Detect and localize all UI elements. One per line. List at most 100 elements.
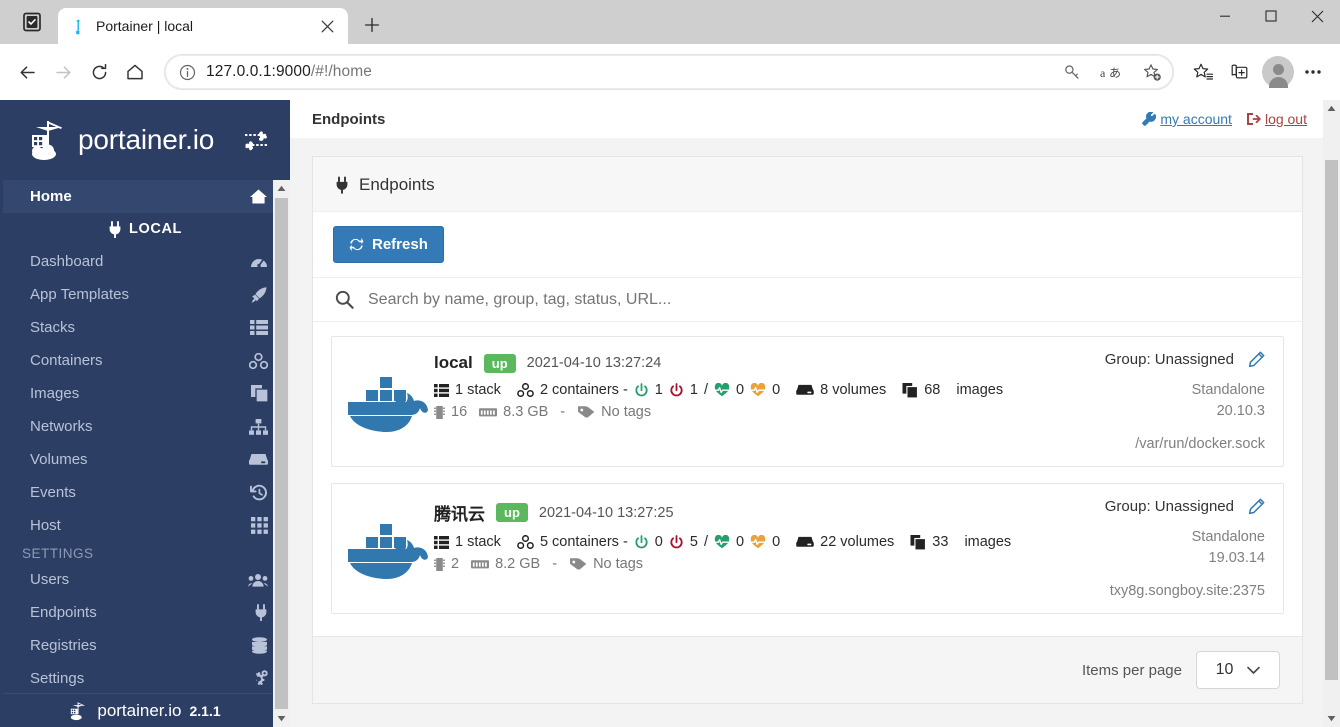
stat-volumes: 8 volumes [796,382,886,398]
my-account-link[interactable]: my account [1142,111,1232,127]
containers-icon [517,383,534,397]
sidebar-item-label: Networks [30,418,93,435]
edit-pencil-icon[interactable] [1248,351,1265,368]
sidebar-item-label: Host [30,517,61,534]
dashboard-tachometer-icon [248,254,268,269]
sidebar-item-events[interactable]: Events [0,476,290,509]
sidebar-footer: portainer.io 2.1.1 [0,693,290,727]
scroll-up-arrow-icon[interactable] [1323,100,1340,117]
address-bar[interactable]: 127.0.0.1:9000/#!/home aあ [164,54,1174,90]
endpoint-card[interactable]: local up 2021-04-10 13:27:24 1 stack 2 c… [331,336,1284,468]
endpoint-group-label: Group: Unassigned [1104,351,1234,368]
search-input[interactable] [368,290,1280,309]
search-row[interactable] [313,277,1302,322]
sidebar-item-app-templates[interactable]: App Templates [0,278,290,311]
stat-tags-label: No tags [601,404,652,420]
add-favorite-icon[interactable] [1137,57,1167,87]
endpoint-timestamp: 2021-04-10 13:27:25 [538,504,674,521]
close-icon[interactable] [314,13,340,39]
sidebar-item-registries[interactable]: Registries [0,629,290,662]
sidebar-scrollbar-thumb[interactable] [275,198,288,709]
sidebar-item-containers[interactable]: Containers [0,344,290,377]
endpoint-card[interactable]: 腾讯云 up 2021-04-10 13:27:25 1 stack 5 con… [331,483,1284,615]
stat-separator: / [703,382,708,398]
sidebar-item-stacks[interactable]: Stacks [0,311,290,344]
panel-footer: Items per page 10 [313,636,1302,704]
site-info-icon[interactable] [179,64,196,81]
password-key-icon[interactable] [1057,57,1087,87]
url-path: /#!/home [310,63,372,80]
stat-volumes: 22 volumes [796,534,894,550]
sidebar-item-images[interactable]: Images [0,377,290,410]
stat-cpu-count: 2 [451,556,460,573]
endpoint-url: txy8g.songboy.site:2375 [1109,583,1265,600]
stat-memory: 8.3 GB [479,404,548,420]
collections-icon[interactable] [14,4,50,40]
back-arrow-icon[interactable] [10,55,44,89]
containers-healthy-count: 0 [735,534,745,551]
volumes-hdd-icon [248,453,268,466]
collapse-sidebar-icon[interactable] [242,128,270,152]
profile-avatar-icon[interactable] [1262,56,1294,88]
sidebar-brand-text: portainer.io [78,124,215,155]
app-sidebar: portainer.io Home LOCAL Dashboard App Te… [0,100,290,727]
settings-gears-icon [248,670,268,687]
sidebar-footer-version: 2.1.1 [189,702,221,719]
page-body: Endpoints Refresh Search by name, group,… [290,138,1323,727]
new-tab-icon[interactable] [356,9,388,41]
sidebar-item-networks[interactable]: Networks [0,410,290,443]
home-icon [248,188,268,205]
page-left-edge [0,100,3,727]
home-icon[interactable] [118,55,152,89]
refresh-button[interactable]: Refresh [333,226,444,263]
stat-cpu-count: 16 [451,404,468,420]
scroll-down-arrow-icon[interactable] [1323,710,1340,727]
endpoint-meta: 16 8.3 GB - No tags [434,404,1019,420]
maximize-icon[interactable] [1248,0,1294,32]
favorites-icon[interactable] [1186,55,1220,89]
sidebar-item-label: Dashboard [30,253,104,270]
sidebar-item-home[interactable]: Home [0,180,290,213]
endpoint-side-info: Group: Unassigned Standalone 19.03.14 tx… [1019,498,1269,599]
scroll-down-arrow-icon[interactable] [273,710,290,727]
reload-icon[interactable] [82,55,116,89]
sidebar-scrollbar[interactable] [273,180,290,727]
sidebar-item-volumes[interactable]: Volumes [0,443,290,476]
stat-tags: No tags [569,556,643,572]
scroll-up-arrow-icon[interactable] [273,180,290,197]
endpoint-version: 20.10.3 [1216,403,1265,420]
more-options-icon[interactable] [1296,55,1330,89]
sidebar-item-dashboard[interactable]: Dashboard [0,245,290,278]
window-close-icon[interactable] [1294,0,1340,32]
log-out-link[interactable]: log out [1246,111,1307,127]
page-scrollbar[interactable] [1323,100,1340,727]
sidebar-item-label: Stacks [30,319,76,336]
docker-whale-icon [342,498,434,599]
sidebar-item-label: Volumes [30,451,88,468]
tab-title: Portainer | local [96,18,194,34]
edit-pencil-icon[interactable] [1248,498,1265,515]
tags-icon [577,405,595,419]
add-collection-icon[interactable] [1222,55,1256,89]
power-off-icon [669,534,684,550]
forward-arrow-icon [46,55,80,89]
sidebar-item-label: Events [30,484,76,501]
containers-healthy-count: 0 [735,382,745,398]
docker-whale-icon [342,351,434,452]
page-scrollbar-thumb[interactable] [1325,160,1338,680]
items-per-page-select[interactable]: 10 [1196,651,1280,690]
sidebar-brand[interactable]: portainer.io [0,100,290,180]
refresh-button-label: Refresh [372,236,428,253]
stat-volumes-label: 8 volumes [820,382,887,398]
sidebar-item-label: Endpoints [30,604,97,621]
sidebar-item-endpoints[interactable]: Endpoints [0,596,290,629]
translate-icon[interactable]: aあ [1097,57,1127,87]
sidebar-item-users[interactable]: Users [0,563,290,596]
sidebar-item-settings[interactable]: Settings [0,662,290,693]
containers-running-count: 1 [654,382,663,398]
minimize-icon[interactable] [1202,0,1248,32]
browser-tab[interactable]: Portainer | local [58,8,348,44]
plug-icon [335,176,349,194]
sidebar-item-host[interactable]: Host [0,509,290,542]
stat-images: 68 [902,382,940,398]
